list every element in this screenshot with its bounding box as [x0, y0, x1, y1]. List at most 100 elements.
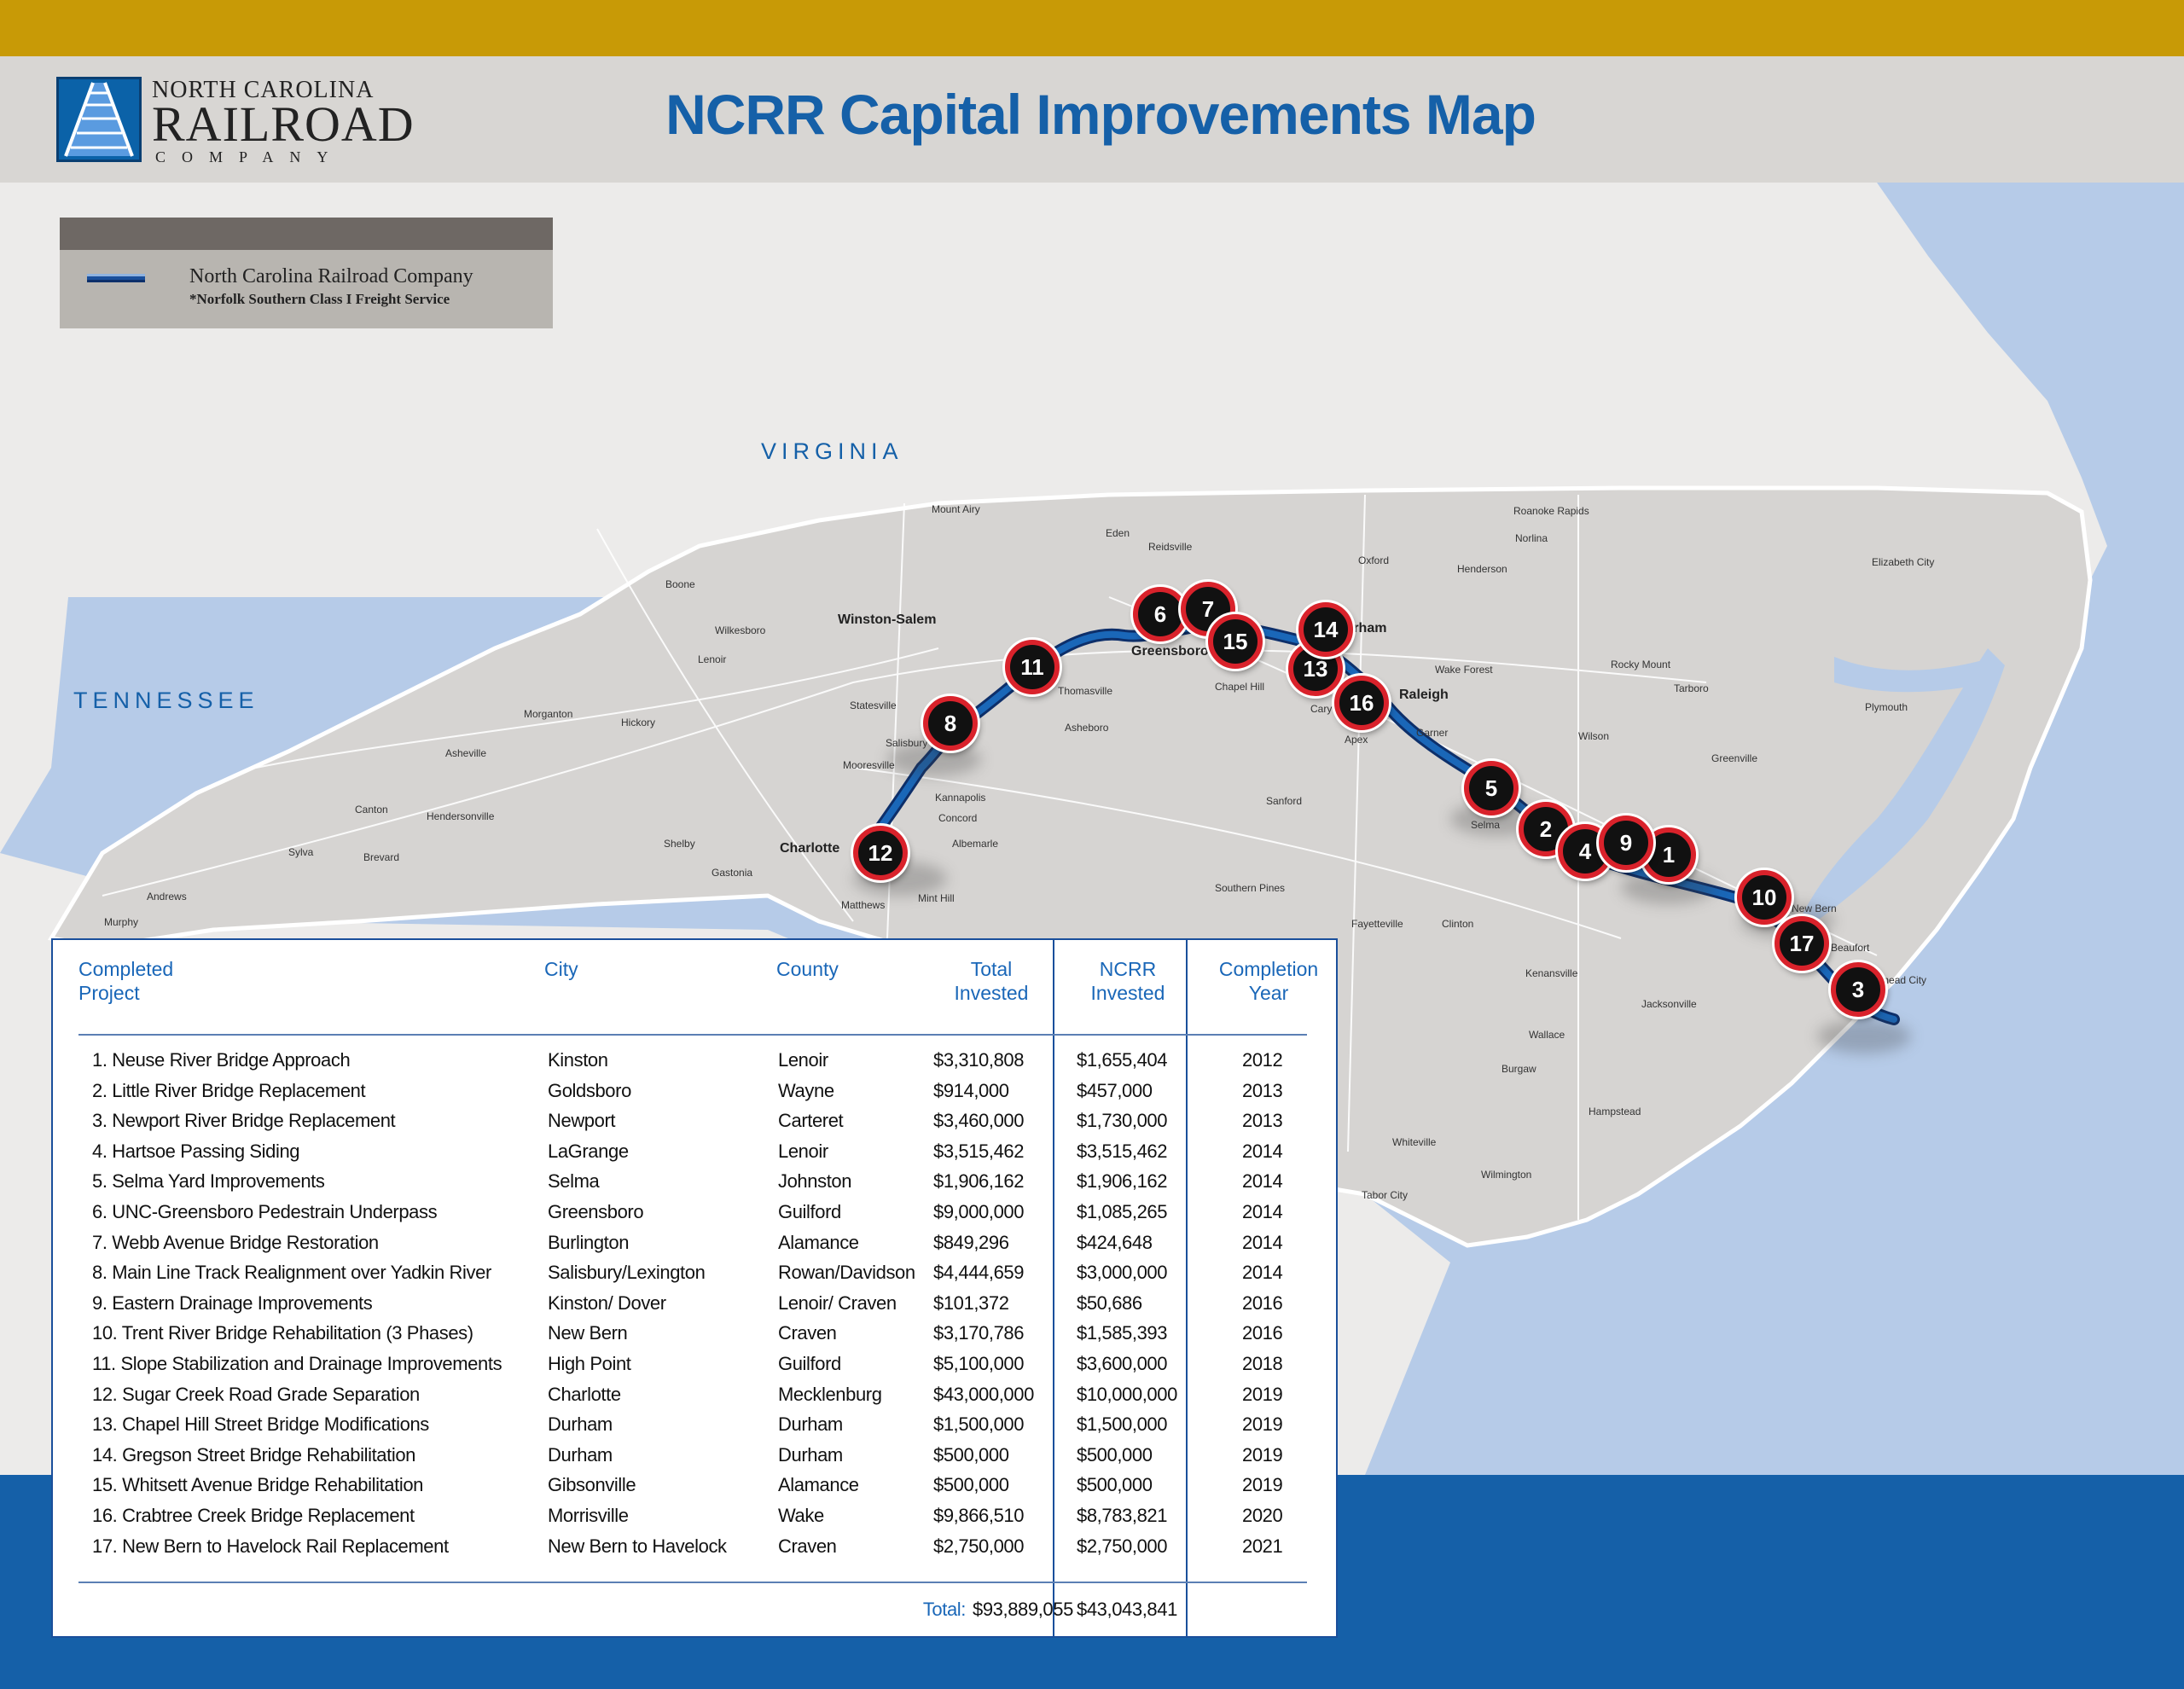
city-label: Shelby [664, 838, 695, 850]
table-row: 15. Whitsett Avenue Bridge Rehabilitatio… [53, 1474, 1336, 1505]
project-marker-15[interactable]: 15 [1208, 614, 1263, 669]
city-label: Statesville [850, 699, 897, 711]
cell-county: Lenoir/ Craven [778, 1291, 897, 1314]
city-label: Brevard [363, 851, 400, 863]
city-label: Apex [1345, 734, 1368, 746]
cell-ncrr: $1,906,162 [1077, 1170, 1168, 1193]
project-marker-6[interactable]: 6 [1133, 587, 1188, 641]
cell-project: 12. Sugar Creek Road Grade Separation [92, 1383, 420, 1405]
cell-county: Alamance [778, 1474, 859, 1496]
city-label: Beaufort [1831, 942, 1870, 954]
city-label: Wake Forest [1435, 664, 1493, 676]
cell-ncrr: $424,648 [1077, 1231, 1153, 1253]
cell-total: $849,296 [933, 1231, 1009, 1253]
cell-total: $500,000 [933, 1474, 1009, 1496]
cell-county: Guilford [778, 1353, 841, 1374]
city-label: Charlotte [780, 841, 840, 856]
cell-city: Salisbury/Lexington [548, 1262, 706, 1284]
city-label: Lenoir [698, 653, 727, 665]
cell-total: $3,170,786 [933, 1322, 1025, 1344]
project-marker-10[interactable]: 10 [1737, 870, 1792, 925]
cell-county: Lenoir [778, 1049, 828, 1071]
city-label: Wilkesboro [715, 624, 766, 636]
city-label: Winston-Salem [838, 612, 937, 627]
header-total-line1: Total [970, 958, 1013, 980]
cell-total: $500,000 [933, 1443, 1009, 1466]
city-label: Sanford [1266, 795, 1303, 807]
city-label: Mint Hill [918, 892, 955, 904]
cell-project: 16. Crabtree Creek Bridge Replacement [92, 1505, 415, 1526]
header-rule [78, 1034, 1307, 1036]
city-label: Sylva [288, 846, 314, 858]
marker-shadow [1817, 1019, 1911, 1053]
cell-ncrr: $457,000 [1077, 1079, 1153, 1101]
cell-year: 2013 [1242, 1110, 1283, 1132]
city-label: Fayetteville [1351, 918, 1403, 930]
cell-city: Charlotte [548, 1383, 621, 1405]
cell-county: Guilford [778, 1201, 841, 1222]
cell-total: $5,100,000 [933, 1353, 1025, 1374]
table-row: 7. Webb Avenue Bridge Restoration Burling… [53, 1232, 1336, 1262]
table-row: 6. UNC-Greensboro Pedestrain Underpass Gr… [53, 1201, 1336, 1232]
project-marker-8[interactable]: 8 [923, 696, 978, 751]
cell-city: Kinston [548, 1049, 608, 1071]
table-row: 5. Selma Yard Improvements Selma Johnston $… [53, 1170, 1336, 1201]
cell-project: 10. Trent River Bridge Rehabilitation (3… [92, 1322, 473, 1344]
project-marker-16[interactable]: 16 [1334, 676, 1389, 730]
cell-city: Gibsonville [548, 1474, 636, 1496]
cell-city: LaGrange [548, 1140, 629, 1162]
header-project-line2: Project [78, 982, 140, 1004]
total-invested-sum: $93,889,055 [973, 1599, 1073, 1620]
cell-county: Rowan/Davidson [778, 1262, 915, 1284]
project-marker-12[interactable]: 12 [853, 826, 908, 880]
city-label: Mount Airy [932, 503, 980, 515]
table-row: 3. Newport River Bridge Replacement Newpo… [53, 1110, 1336, 1141]
table-row: 4. Hartsoe Passing Siding LaGrange Lenoir $… [53, 1141, 1336, 1171]
cell-ncrr: $8,783,821 [1077, 1505, 1168, 1526]
land-tennessee [0, 597, 68, 853]
city-label: Greensboro [1131, 644, 1209, 659]
city-label: Thomasville [1058, 685, 1113, 697]
project-marker-5[interactable]: 5 [1464, 761, 1519, 815]
project-marker-17[interactable]: 17 [1774, 916, 1829, 971]
cell-total: $101,372 [933, 1291, 1009, 1314]
legend-header-band [60, 218, 553, 250]
marker-shadow [887, 742, 981, 776]
table-row: 12. Sugar Creek Road Grade Separation Cha… [53, 1384, 1336, 1414]
city-label: Greenville [1711, 752, 1758, 764]
top-gold-bar [0, 0, 2184, 56]
header-ncrr-line2: Invested [1090, 982, 1165, 1004]
project-marker-14[interactable]: 14 [1298, 602, 1353, 657]
city-label: Eden [1106, 527, 1130, 539]
city-label: Henderson [1457, 563, 1507, 575]
project-marker-3[interactable]: 3 [1831, 962, 1885, 1017]
cell-year: 2014 [1242, 1262, 1283, 1284]
project-marker-9[interactable]: 9 [1599, 815, 1653, 870]
city-label: Clinton [1442, 918, 1474, 930]
cell-ncrr: $500,000 [1077, 1474, 1153, 1496]
state-label-virginia: VIRGINIA [761, 438, 903, 464]
header-city: City [544, 958, 578, 980]
header-ncrr-line1: NCRR [1099, 958, 1157, 980]
cell-county: Durham [778, 1443, 843, 1466]
cell-city: Kinston/ Dover [548, 1291, 666, 1314]
city-label: Asheville [445, 747, 487, 759]
cell-total: $43,000,000 [933, 1383, 1034, 1405]
state-label-tennessee: TENNESSEE [73, 688, 259, 713]
city-label: Gastonia [712, 867, 753, 879]
cell-county: Craven [778, 1322, 837, 1344]
cell-city: Newport [548, 1110, 616, 1132]
city-label: Boone [665, 578, 695, 590]
table-row: 17. New Bern to Havelock Rail Replacemen… [53, 1535, 1336, 1566]
cell-year: 2014 [1242, 1201, 1283, 1222]
table-row: 11. Slope Stabilization and Drainage Imp… [53, 1353, 1336, 1384]
cell-ncrr: $3,600,000 [1077, 1353, 1168, 1374]
cell-ncrr: $2,750,000 [1077, 1535, 1168, 1557]
city-label: Wallace [1529, 1029, 1565, 1041]
project-marker-11[interactable]: 11 [1005, 640, 1060, 694]
page-title: NCRR Capital Improvements Map [0, 82, 2184, 147]
header-project: Completed Project [78, 957, 173, 1005]
cell-county: Alamance [778, 1231, 859, 1253]
header-completion-year: Completion Year [1213, 957, 1324, 1005]
cell-project: 5. Selma Yard Improvements [92, 1170, 325, 1193]
